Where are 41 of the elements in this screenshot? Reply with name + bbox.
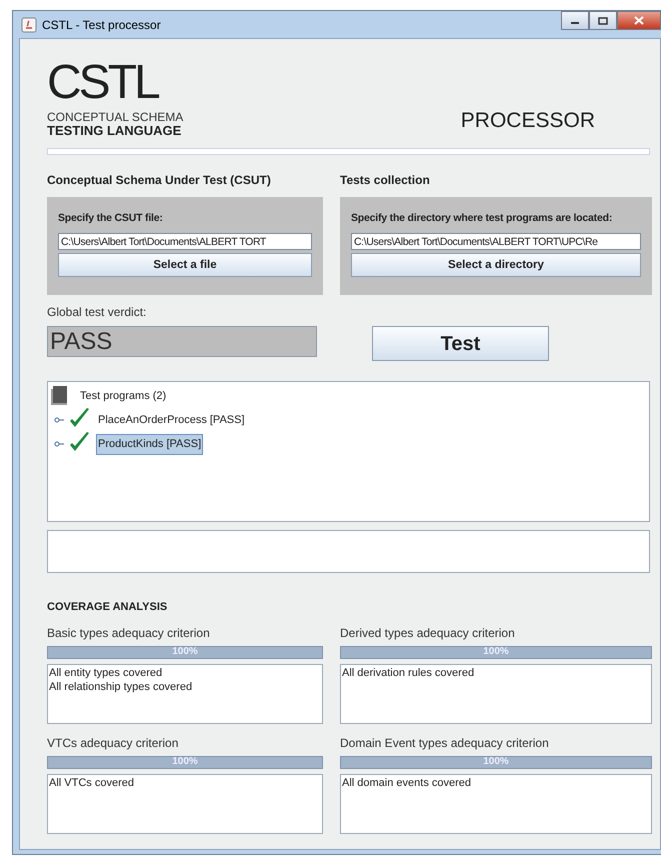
tree-handle-icon[interactable] <box>54 440 64 448</box>
criterion-label: Derived types adequacy criterion <box>340 624 516 642</box>
progress-reading: 100% <box>171 646 199 658</box>
close-button[interactable] <box>617 11 661 30</box>
section-title: Conceptual Schema Under Test (CSUT) <box>47 172 272 190</box>
result-line: All entity types covered <box>49 666 164 680</box>
section-title: COVERAGE ANALYSIS <box>47 600 168 616</box>
result-line: All relationship types covered <box>49 680 194 694</box>
field-label: Specify the directory where test programs are located: <box>351 211 614 226</box>
maximize-button[interactable] <box>589 11 617 30</box>
progress-reading: 100% <box>482 756 510 768</box>
result-line: All VTCs covered <box>49 776 135 790</box>
minimize-button[interactable] <box>561 11 589 30</box>
result-line: All domain events covered <box>342 776 472 790</box>
logo-subtitle: TESTING LANGUAGE <box>47 124 182 138</box>
close-icon <box>634 16 644 25</box>
logo-subtitle: CONCEPTUAL SCHEMA <box>47 111 184 124</box>
criterion-label: Domain Event types adequacy criterion <box>340 734 550 752</box>
criterion-label: VTCs adequacy criterion <box>47 734 180 752</box>
path-field[interactable]: C:\Users\Albert Tort\Documents\ALBERT TORT\UPC\Re <box>351 233 641 250</box>
verdict-field: PASS <box>47 326 317 358</box>
logo: CSTL <box>47 59 160 107</box>
heading: PROCESSOR <box>460 108 595 134</box>
section-title: Tests collection <box>340 172 431 190</box>
select-file-button[interactable]: Select a file <box>58 253 312 278</box>
test-button[interactable]: Test <box>372 326 549 362</box>
path-field[interactable]: C:\Users\Albert Tort\Documents\ALBERT TORT <box>58 233 312 250</box>
select-directory-button[interactable]: Select a directory <box>351 253 641 278</box>
progress-reading: 100% <box>482 646 510 658</box>
criterion-label: Basic types adequacy criterion <box>47 624 211 642</box>
tree-item[interactable]: Test programs (2) <box>78 386 168 407</box>
maximize-icon <box>598 16 608 24</box>
verdict-label: Global test verdict: <box>47 304 148 322</box>
tree-item[interactable]: PlaceAnOrderProcess [PASS] <box>96 410 247 431</box>
tree-item[interactable]: ProductKinds [PASS] <box>96 434 204 455</box>
progress-reading: 100% <box>171 756 199 768</box>
result-line: All derivation rules covered <box>342 666 476 680</box>
tree-handle-icon[interactable] <box>54 416 64 424</box>
window-title: CSTL - Test processor <box>42 16 161 34</box>
field-label: Specify the CSUT file: <box>58 211 164 226</box>
app-icon <box>21 16 37 32</box>
